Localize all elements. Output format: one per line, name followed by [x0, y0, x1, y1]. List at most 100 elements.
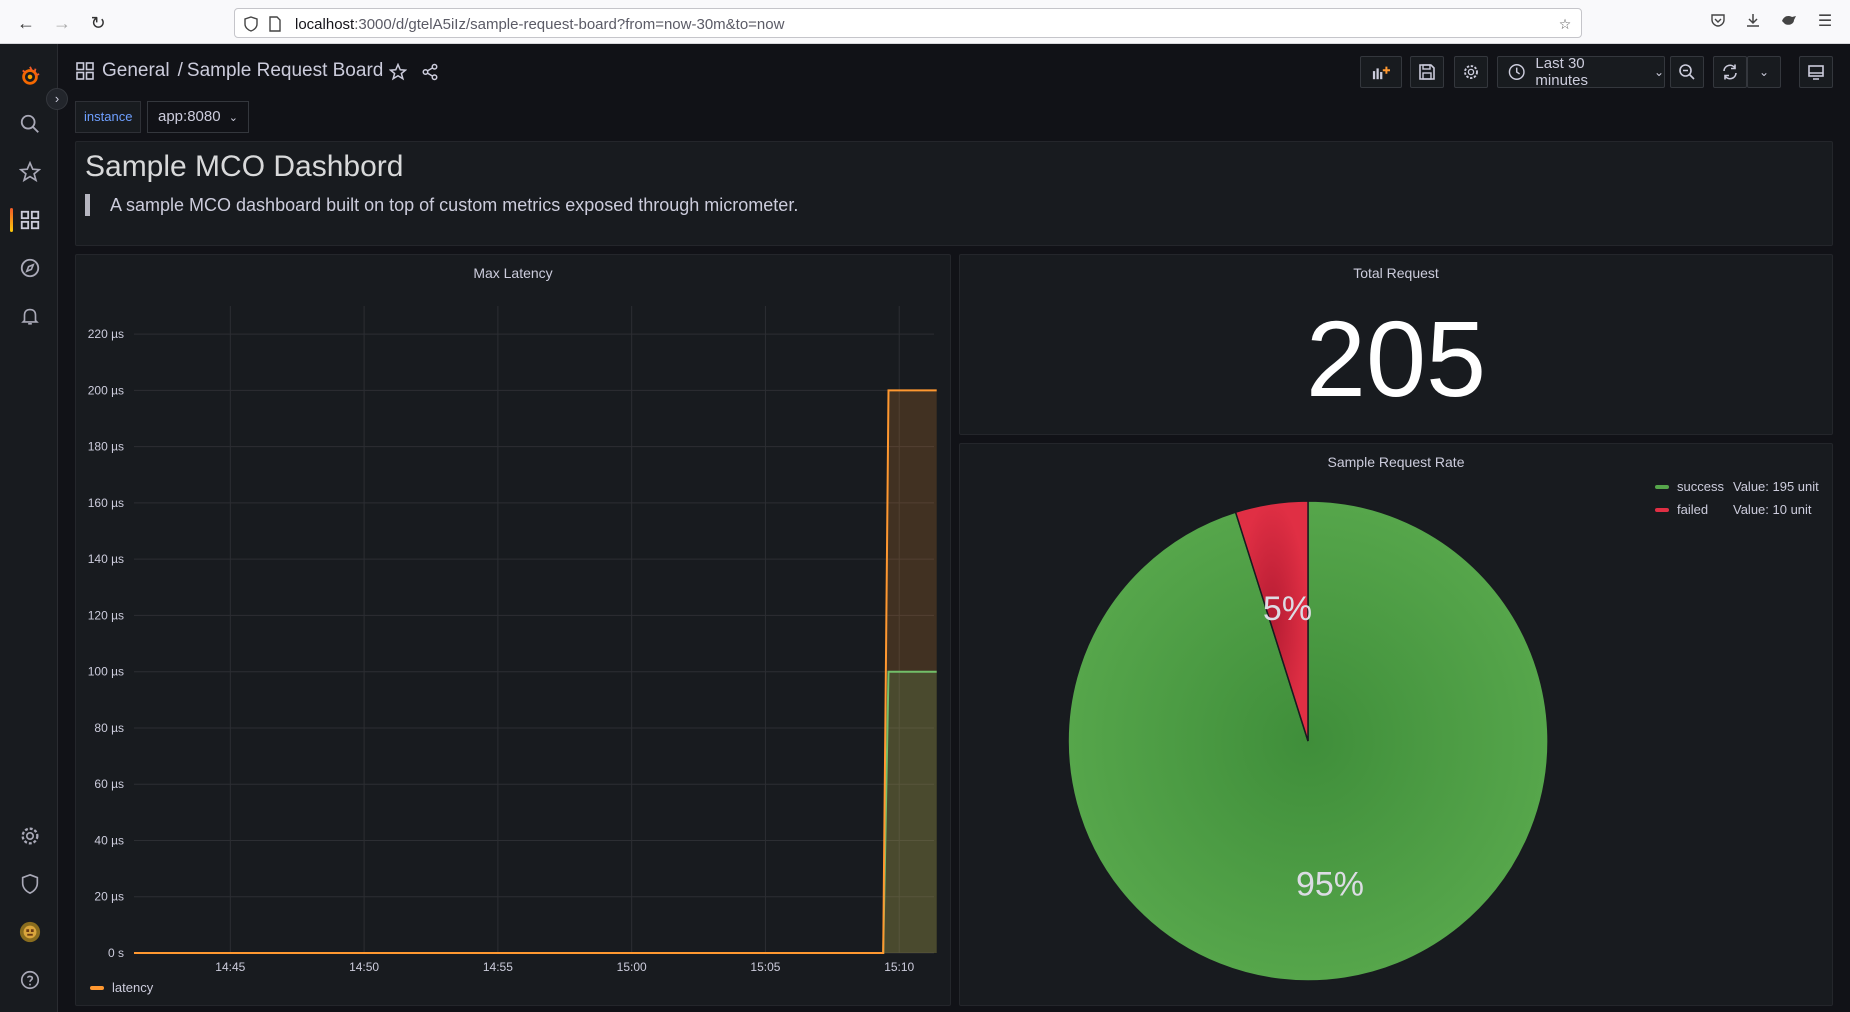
max-latency-chart: 0 s 20 µs 40 µs 60 µs 80 µs 100 µs 120 µs 140 µ… [88, 306, 937, 974]
starred-icon[interactable] [18, 160, 42, 184]
y-tick-label: 80 µs [94, 721, 124, 735]
legend-label: latency [112, 980, 154, 995]
bookmark-star-icon[interactable]: ☆ [1557, 16, 1573, 32]
variable-label: instance [75, 101, 142, 133]
text-panel: Sample MCO Dashbord A sample MCO dashboa… [75, 141, 1833, 246]
configuration-gear-icon[interactable] [18, 824, 42, 848]
url-bar[interactable]: localhost:3000/d/gtelA5iIz/sample-reques… [234, 8, 1582, 38]
sample-request-rate-panel: Sample Request Rate 95% 5% success Value:… [959, 443, 1833, 1006]
page-icon [267, 16, 283, 32]
reload-icon[interactable]: ↻ [86, 11, 110, 35]
pie-slice-label: 95% [1296, 865, 1364, 903]
refresh-button[interactable] [1713, 56, 1747, 88]
time-range-picker[interactable]: Last 30 minutes ⌄ [1497, 55, 1665, 89]
save-dashboard-button[interactable] [1410, 56, 1444, 88]
pocket-icon[interactable] [1708, 12, 1728, 32]
x-tick-label: 14:55 [483, 960, 513, 974]
series-area-1 [134, 671, 937, 953]
mark-favorite-star-icon[interactable] [386, 60, 410, 84]
stat-value: 205 [1305, 298, 1487, 419]
x-tick-label: 15:05 [750, 960, 780, 974]
add-panel-icon [1372, 66, 1390, 80]
y-tick-label: 180 µs [88, 440, 124, 454]
download-icon[interactable] [1743, 12, 1763, 32]
browser-toolbar: ← → ↻ localhost:3000/d/gtelA5iIz/sample-… [0, 0, 1850, 44]
share-icon[interactable] [418, 60, 442, 84]
legend-swatch [1655, 507, 1669, 512]
legend-value: Value: 195 unit [1733, 479, 1819, 494]
total-request-panel: Total Request 205 [959, 254, 1833, 435]
y-tick-label: 140 µs [88, 552, 124, 566]
legend-label: success [1677, 479, 1724, 494]
text-panel-heading: Sample MCO Dashbord [85, 150, 404, 183]
breadcrumb: General / Sample Request Board [76, 60, 383, 82]
legend-label: failed [1677, 502, 1709, 517]
refresh-interval-dropdown[interactable]: ⌄ [1747, 56, 1781, 88]
url-host: localhost [295, 16, 355, 33]
panel-title[interactable]: Total Request [960, 265, 1832, 281]
text-panel-description: A sample MCO dashboard built on top of c… [85, 194, 798, 216]
sidebar [0, 44, 58, 1012]
alerting-bell-icon[interactable] [18, 304, 42, 328]
time-range-label: Last 30 minutes [1535, 55, 1588, 89]
dashboard-settings-button[interactable] [1454, 56, 1488, 88]
y-tick-label: 220 µs [88, 327, 124, 341]
chevron-down-icon: ⌄ [228, 112, 238, 124]
x-tick-label: 15:10 [884, 960, 914, 974]
legend-value: Value: 10 unit [1733, 502, 1812, 517]
shield-icon [243, 16, 259, 32]
dashboards-icon[interactable] [18, 208, 42, 232]
zoom-out-button[interactable] [1670, 56, 1704, 88]
pie-slice-label: 5% [1263, 590, 1312, 628]
save-icon [1419, 64, 1435, 80]
user-avatar[interactable] [18, 920, 42, 944]
series-line-1 [134, 670, 937, 954]
search-icon[interactable] [18, 112, 42, 136]
settings-gear-icon [1464, 65, 1478, 79]
x-tick-label: 15:00 [617, 960, 647, 974]
back-arrow-icon[interactable]: ← [14, 11, 38, 35]
breadcrumb-folder[interactable]: General [102, 60, 170, 82]
legend-swatch [1655, 484, 1669, 489]
y-tick-label: 0 s [108, 946, 124, 960]
y-tick-label: 120 µs [88, 608, 124, 622]
legend-swatch [90, 985, 104, 990]
y-tick-label: 200 µs [88, 383, 124, 397]
expand-sidebar-chevron-icon[interactable]: › [46, 88, 68, 110]
hamburger-menu-icon[interactable]: ☰ [1815, 12, 1835, 32]
y-tick-label: 60 µs [94, 777, 124, 791]
chevron-down-icon: ⌄ [1758, 65, 1770, 79]
grafana-logo-icon[interactable] [18, 64, 42, 88]
legend-item-latency[interactable]: latency [90, 980, 153, 995]
pie-chart: 95% 5% [1067, 500, 1549, 982]
add-panel-button[interactable] [1360, 56, 1402, 88]
y-tick-label: 40 µs [94, 833, 124, 847]
active-nav-marker [10, 208, 13, 232]
refresh-icon [1723, 64, 1737, 80]
y-tick-label: 160 µs [88, 496, 124, 510]
page-title[interactable]: Sample Request Board [187, 60, 383, 82]
help-icon[interactable] [18, 968, 42, 992]
server-admin-shield-icon[interactable] [18, 872, 42, 896]
clock-icon [1508, 64, 1525, 80]
zoom-out-icon [1679, 64, 1695, 80]
max-latency-panel: Max Latency 0 s 20 µs 40 µs 60 µs 80 µs 100 µ… [75, 254, 951, 1006]
legend-item-failed[interactable]: failed Value: 10 unit [1655, 502, 1812, 517]
instance-variable-value: app:8080 [158, 108, 221, 125]
url-path: :3000/d/gtelA5iIz/sample-request-board?f… [354, 16, 785, 33]
y-tick-label: 20 µs [94, 890, 124, 904]
instance-variable-select[interactable]: app:8080 ⌄ [147, 101, 249, 133]
chevron-down-icon: ⌄ [1653, 65, 1664, 79]
x-tick-label: 14:50 [349, 960, 379, 974]
y-tick-label: 100 µs [88, 665, 124, 679]
breadcrumb-separator: / [177, 60, 183, 81]
tv-mode-button[interactable] [1799, 56, 1833, 88]
forward-arrow-icon[interactable]: → [50, 11, 74, 35]
x-tick-label: 14:45 [215, 960, 245, 974]
extension-icon[interactable] [1779, 12, 1799, 32]
legend-item-success[interactable]: success Value: 195 unit [1655, 479, 1819, 494]
explore-compass-icon[interactable] [18, 256, 42, 280]
url-text: localhost:3000/d/gtelA5iIz/sample-reques… [295, 16, 784, 33]
monitor-icon [1808, 65, 1824, 80]
dashboard-grid-icon [76, 62, 94, 80]
